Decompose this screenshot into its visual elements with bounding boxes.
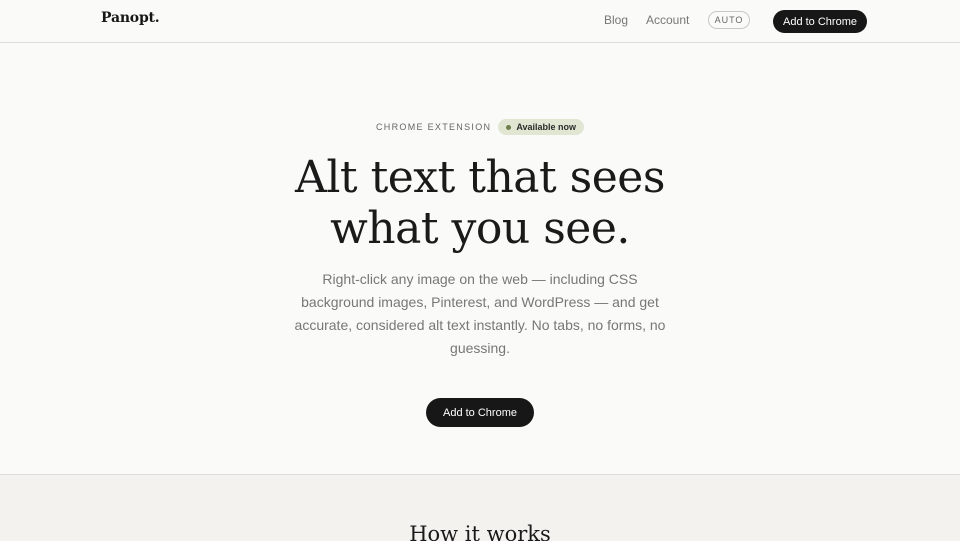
badge-label: Available now bbox=[516, 122, 576, 132]
eyebrow-label: CHROME EXTENSION bbox=[376, 122, 492, 132]
logo-text: Panopt bbox=[101, 10, 155, 26]
theme-toggle-button[interactable]: AUTO bbox=[708, 11, 750, 29]
headline-line-2: what you see. bbox=[330, 203, 630, 254]
status-dot-icon bbox=[506, 124, 512, 130]
how-it-works-section: How it works bbox=[0, 474, 960, 541]
nav-link-blog[interactable]: Blog bbox=[604, 13, 628, 27]
add-to-chrome-button-header[interactable]: Add to Chrome bbox=[773, 10, 867, 33]
nav-link-account[interactable]: Account bbox=[646, 13, 689, 27]
top-nav-bar: Panopt. Blog Account AUTO Add to Chrome bbox=[0, 0, 960, 43]
hero-headline: Alt text that sees what you see. bbox=[0, 152, 960, 254]
eyebrow: CHROME EXTENSION Available now bbox=[0, 119, 960, 135]
availability-badge: Available now bbox=[498, 119, 584, 135]
logo[interactable]: Panopt. bbox=[101, 10, 160, 26]
how-it-works-title: How it works bbox=[409, 522, 551, 541]
add-to-chrome-button-hero[interactable]: Add to Chrome bbox=[426, 398, 534, 427]
headline-line-1: Alt text that sees bbox=[295, 152, 665, 203]
hero-description: Right-click any image on the web — inclu… bbox=[294, 271, 666, 356]
logo-dot: . bbox=[154, 10, 160, 26]
